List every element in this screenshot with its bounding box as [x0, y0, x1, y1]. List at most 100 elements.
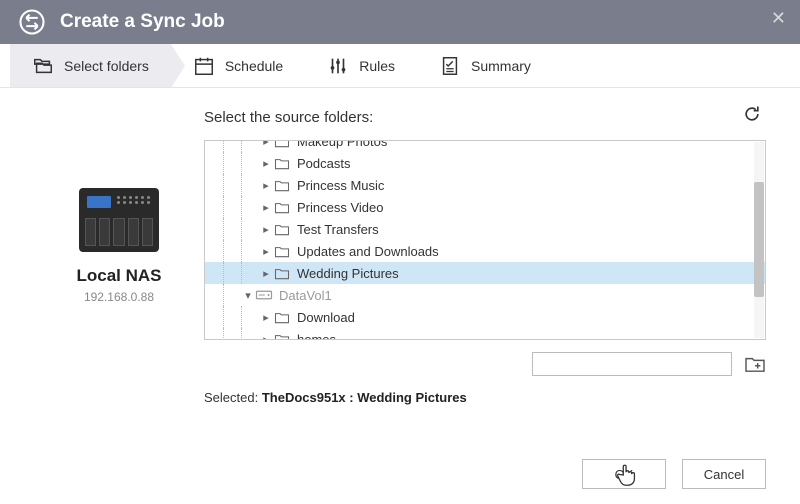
tree-row[interactable]: Podcasts [205, 152, 765, 174]
folder-icon [273, 140, 291, 149]
wizard-stepper: Select folders Schedule Rules Summary [0, 44, 800, 88]
chevron-right-icon[interactable] [259, 157, 273, 170]
tree-item-label: Updates and Downloads [297, 244, 765, 259]
step-label: Rules [359, 58, 395, 74]
chevron-right-icon[interactable] [259, 245, 273, 258]
tree-guide [223, 262, 241, 284]
sliders-icon [327, 55, 349, 77]
new-folder-icon[interactable] [744, 355, 766, 373]
folder-tree[interactable]: Makeup Photos Podcasts Princess Music Princ… [204, 140, 766, 340]
tree-guide [223, 174, 241, 196]
tree-guide [223, 218, 241, 240]
tree-guide [223, 306, 241, 328]
tree-row[interactable]: Princess Video [205, 196, 765, 218]
dialog-footer: OK Cancel [0, 444, 800, 504]
chevron-right-icon[interactable] [259, 267, 273, 280]
scrollbar-thumb[interactable] [754, 182, 764, 297]
selected-path-line: Selected: TheDocs951x : Wedding Pictures [204, 390, 766, 405]
tree-item-label: Download [297, 310, 765, 325]
calendar-icon [193, 55, 215, 77]
tree-guide [223, 284, 241, 306]
chevron-right-icon[interactable] [259, 311, 273, 324]
tree-row[interactable]: Download [205, 306, 765, 328]
nas-device-icon [79, 188, 159, 252]
tree-row[interactable]: Test Transfers [205, 218, 765, 240]
tree-guide [241, 262, 259, 284]
tree-item-label: Wedding Pictures [297, 266, 765, 281]
folder-icon [273, 221, 291, 237]
tree-guide [223, 152, 241, 174]
tree-row[interactable]: Updates and Downloads [205, 240, 765, 262]
tree-item-label: Makeup Photos [297, 140, 765, 149]
step-label: Summary [471, 58, 531, 74]
hdd-icon [255, 287, 273, 303]
tree-guide [205, 174, 223, 196]
step-summary[interactable]: Summary [417, 44, 553, 87]
tree-guide [223, 240, 241, 262]
tree-guide [241, 196, 259, 218]
tree-item-label: Test Transfers [297, 222, 765, 237]
tree-item-label: DataVol1 [279, 288, 765, 303]
tree-guide [223, 328, 241, 340]
folder-icon [273, 155, 291, 171]
tree-guide [241, 140, 259, 152]
step-select-folders[interactable]: Select folders [10, 44, 171, 87]
tree-row[interactable]: Wedding Pictures [205, 262, 765, 284]
folder-icon [273, 265, 291, 281]
selected-label: Selected: [204, 390, 262, 405]
tree-guide [241, 306, 259, 328]
tree-guide [205, 196, 223, 218]
path-row [204, 352, 766, 376]
chevron-right-icon[interactable] [259, 223, 273, 236]
folder-icon [273, 243, 291, 259]
window-title: Create a Sync Job [60, 11, 225, 33]
path-input[interactable] [532, 352, 732, 376]
tree-item-label: homes [297, 332, 765, 341]
device-ip: 192.168.0.88 [84, 290, 154, 304]
close-icon[interactable]: ✕ [771, 8, 786, 29]
sync-logo-icon [18, 8, 46, 36]
folder-icon [273, 177, 291, 193]
tree-guide [205, 140, 223, 152]
chevron-right-icon[interactable] [259, 140, 273, 148]
tree-guide [205, 306, 223, 328]
tree-guide [241, 152, 259, 174]
scrollbar-track[interactable] [754, 142, 764, 338]
tree-guide [205, 152, 223, 174]
tree-guide [223, 140, 241, 152]
chevron-right-icon[interactable] [259, 179, 273, 192]
tree-guide [241, 174, 259, 196]
tree-row[interactable]: Princess Music [205, 174, 765, 196]
tree-row[interactable]: homes [205, 328, 765, 340]
section-title: Select the source folders: [204, 109, 373, 126]
tree-guide [241, 240, 259, 262]
document-check-icon [439, 55, 461, 77]
tree-item-label: Princess Video [297, 200, 765, 215]
tree-row[interactable]: Makeup Photos [205, 140, 765, 152]
tree-guide [205, 328, 223, 340]
folder-icon [273, 309, 291, 325]
tree-guide [205, 262, 223, 284]
tree-guide [223, 196, 241, 218]
tree-guide [205, 240, 223, 262]
folders-stack-icon [32, 55, 54, 77]
tree-guide [241, 218, 259, 240]
source-device-panel: Local NAS 192.168.0.88 [34, 100, 204, 444]
chevron-right-icon[interactable] [259, 333, 273, 341]
step-rules[interactable]: Rules [305, 44, 417, 87]
tree-guide [241, 328, 259, 340]
step-schedule[interactable]: Schedule [171, 44, 305, 87]
device-name: Local NAS [76, 266, 161, 286]
step-label: Select folders [64, 58, 149, 74]
selected-value: TheDocs951x : Wedding Pictures [262, 390, 467, 405]
tree-item-label: Princess Music [297, 178, 765, 193]
step-label: Schedule [225, 58, 283, 74]
ok-button[interactable]: OK [582, 459, 666, 489]
chevron-down-icon[interactable] [241, 289, 255, 302]
chevron-right-icon[interactable] [259, 201, 273, 214]
refresh-icon[interactable] [738, 100, 766, 134]
cancel-button[interactable]: Cancel [682, 459, 766, 489]
folder-icon [273, 331, 291, 340]
tree-guide [205, 218, 223, 240]
tree-row[interactable]: DataVol1 [205, 284, 765, 306]
